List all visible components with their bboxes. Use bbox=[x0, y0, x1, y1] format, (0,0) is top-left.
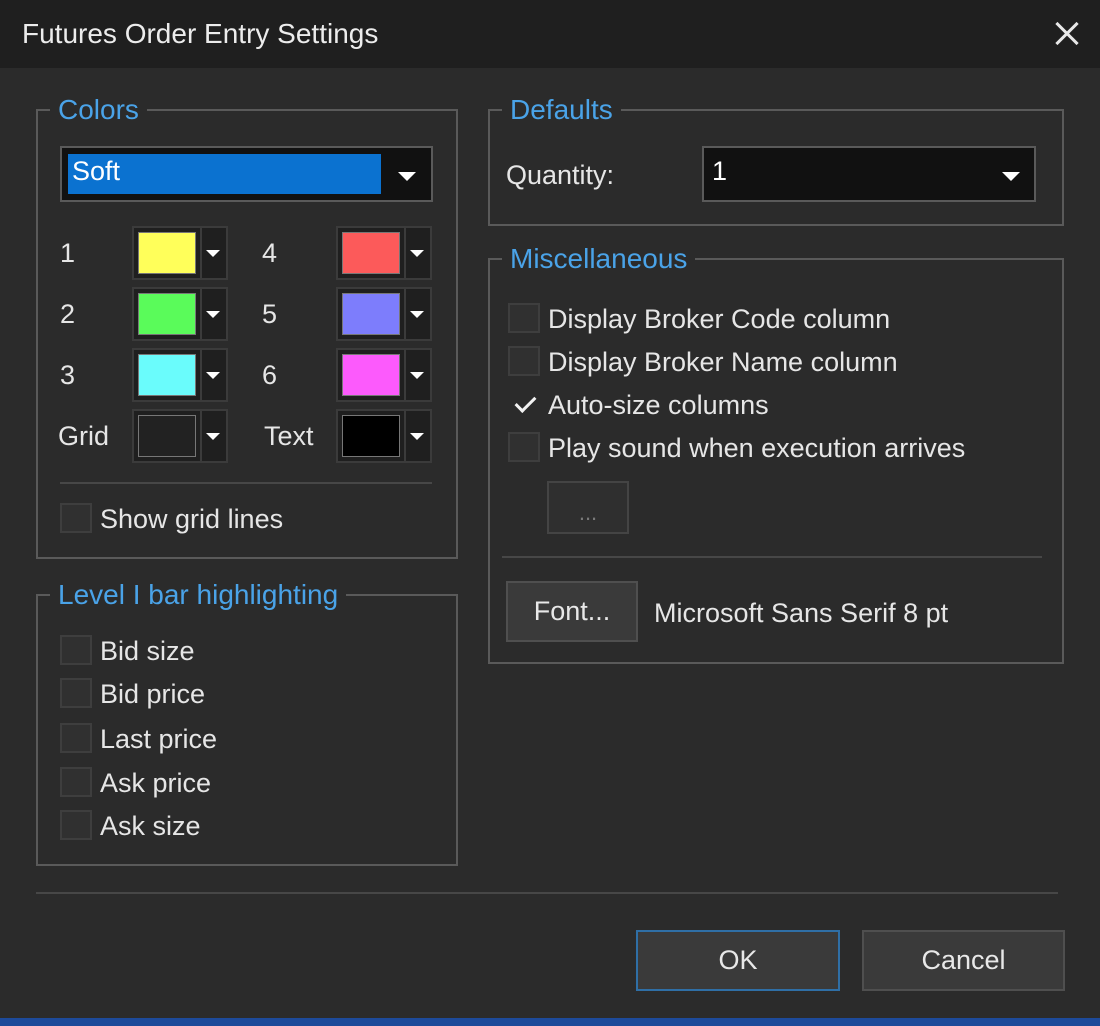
chevron-down-icon bbox=[410, 433, 424, 440]
color-swatch-2[interactable] bbox=[132, 287, 228, 341]
swatch-dropdown[interactable] bbox=[200, 411, 226, 461]
quantity-select[interactable]: 1 bbox=[702, 146, 1036, 202]
color-swatch-3[interactable] bbox=[132, 348, 228, 402]
ok-button[interactable]: OK bbox=[636, 930, 840, 991]
swatch-label-2: 2 bbox=[60, 299, 76, 329]
close-icon[interactable] bbox=[1044, 10, 1090, 56]
taskbar-strip bbox=[0, 1018, 1100, 1026]
misc-legend: Miscellaneous bbox=[510, 243, 688, 274]
swatch-dropdown[interactable] bbox=[200, 228, 226, 278]
cancel-button[interactable]: Cancel bbox=[862, 930, 1065, 991]
font-value: Microsoft Sans Serif 8 pt bbox=[654, 598, 949, 628]
chevron-down-icon bbox=[410, 311, 424, 318]
color-swatch-4[interactable] bbox=[336, 226, 432, 280]
swatch-fill bbox=[138, 232, 196, 274]
bid-price-label: Bid price bbox=[100, 679, 206, 709]
swatch-dropdown[interactable] bbox=[404, 350, 430, 400]
broker-code-label: Display Broker Code column bbox=[548, 304, 891, 334]
swatch-label-3: 3 bbox=[60, 360, 76, 390]
ask-size-checkbox[interactable] bbox=[60, 810, 92, 840]
swatch-dropdown[interactable] bbox=[404, 289, 430, 339]
swatch-fill bbox=[342, 415, 400, 457]
ask-price-checkbox[interactable] bbox=[60, 767, 92, 797]
play-sound-label: Play sound when execution arrives bbox=[548, 433, 966, 463]
chevron-down-icon bbox=[398, 172, 416, 181]
swatch-label-1: 1 bbox=[60, 238, 76, 268]
chevron-down-icon bbox=[206, 311, 220, 318]
misc-divider bbox=[502, 556, 1042, 558]
title-bar: Futures Order Entry Settings bbox=[0, 0, 1100, 68]
colors-legend: Colors bbox=[58, 94, 139, 125]
chevron-down-icon bbox=[206, 250, 220, 257]
color-swatch-5[interactable] bbox=[336, 287, 432, 341]
font-button[interactable]: Font... bbox=[506, 581, 638, 642]
swatch-fill bbox=[342, 354, 400, 396]
swatch-label-5: 5 bbox=[262, 299, 278, 329]
last-price-checkbox[interactable] bbox=[60, 723, 92, 753]
chevron-down-icon bbox=[1002, 172, 1020, 181]
footer-divider bbox=[36, 892, 1058, 894]
color-swatch-grid[interactable] bbox=[132, 409, 228, 463]
color-swatch-6[interactable] bbox=[336, 348, 432, 402]
swatch-fill bbox=[342, 232, 400, 274]
swatch-dropdown[interactable] bbox=[200, 350, 226, 400]
swatch-label-6: 6 bbox=[262, 360, 278, 390]
bid-size-label: Bid size bbox=[100, 636, 195, 666]
play-sound-checkbox[interactable] bbox=[508, 432, 540, 462]
swatch-fill bbox=[342, 293, 400, 335]
level1-legend: Level I bar highlighting bbox=[58, 579, 339, 610]
swatch-dropdown[interactable] bbox=[404, 228, 430, 278]
show-grid-lines-label: Show grid lines bbox=[100, 504, 284, 534]
window-title: Futures Order Entry Settings bbox=[22, 18, 379, 49]
swatch-dropdown[interactable] bbox=[200, 289, 226, 339]
chevron-down-icon bbox=[206, 433, 220, 440]
swatch-label-grid: Grid bbox=[58, 421, 110, 451]
ask-price-label: Ask price bbox=[100, 768, 212, 798]
chevron-down-icon bbox=[410, 250, 424, 257]
broker-name-checkbox[interactable] bbox=[508, 346, 540, 376]
bid-size-checkbox[interactable] bbox=[60, 635, 92, 665]
chevron-down-icon bbox=[206, 372, 220, 379]
ask-size-label: Ask size bbox=[100, 811, 201, 841]
colors-divider bbox=[60, 482, 432, 484]
browse-sound-button[interactable]: ... bbox=[547, 481, 629, 534]
color-swatch-text[interactable] bbox=[336, 409, 432, 463]
broker-code-checkbox[interactable] bbox=[508, 303, 540, 333]
quantity-value: 1 bbox=[712, 156, 728, 186]
auto-size-label: Auto-size columns bbox=[548, 390, 769, 420]
last-price-label: Last price bbox=[100, 724, 218, 754]
bid-price-checkbox[interactable] bbox=[60, 678, 92, 708]
swatch-fill bbox=[138, 354, 196, 396]
swatch-label-4: 4 bbox=[262, 238, 278, 268]
swatch-dropdown[interactable] bbox=[404, 411, 430, 461]
chevron-down-icon bbox=[410, 372, 424, 379]
color-swatch-1[interactable] bbox=[132, 226, 228, 280]
swatch-fill bbox=[138, 415, 196, 457]
auto-size-checkbox[interactable] bbox=[508, 389, 540, 419]
defaults-legend: Defaults bbox=[510, 94, 613, 125]
show-grid-lines-checkbox[interactable] bbox=[60, 503, 92, 533]
quantity-label: Quantity: bbox=[506, 160, 615, 190]
swatch-fill bbox=[138, 293, 196, 335]
color-scheme-select[interactable]: Soft bbox=[60, 146, 433, 202]
color-scheme-value: Soft bbox=[68, 154, 381, 194]
broker-name-label: Display Broker Name column bbox=[548, 347, 898, 377]
swatch-label-text: Text bbox=[264, 421, 314, 451]
